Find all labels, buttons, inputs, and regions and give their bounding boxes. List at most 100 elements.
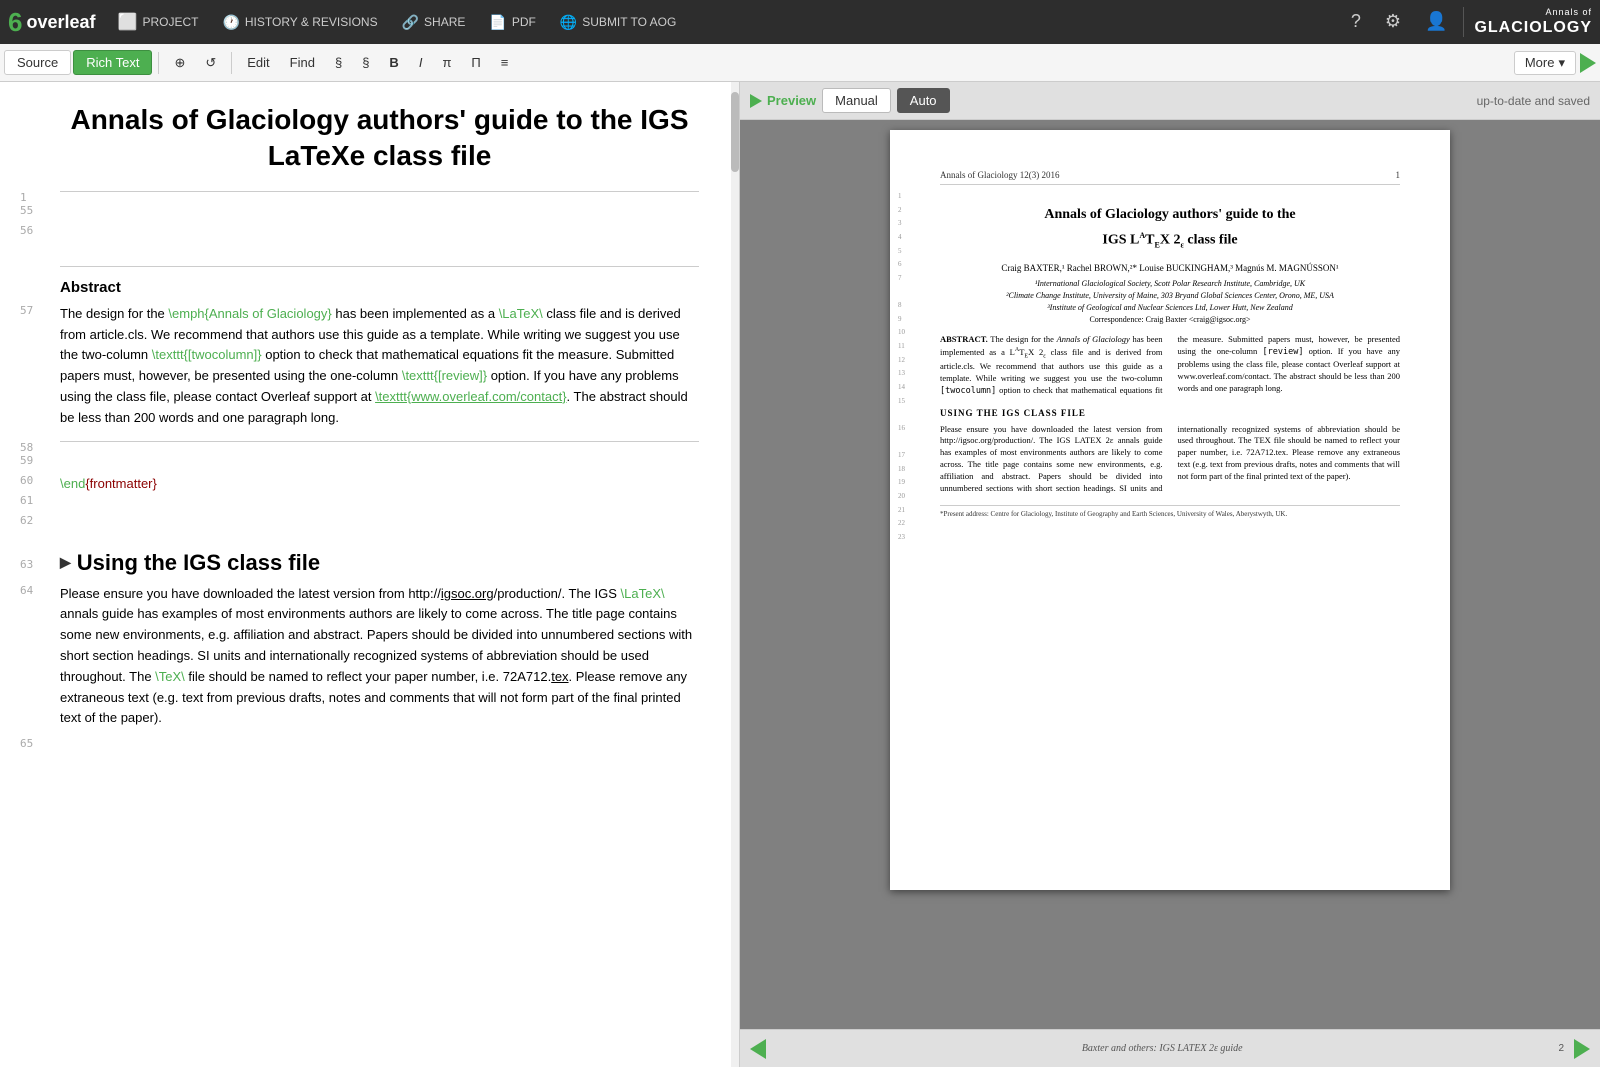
navbar-right: ? ⚙ 👤 Annals of GLACIOLOGY	[1343, 7, 1592, 37]
editor-scrollbar[interactable]	[731, 82, 739, 1067]
pdf-affil1: ¹International Glaciological Society, Sc…	[940, 279, 1400, 288]
find-btn[interactable]: Find	[281, 51, 324, 74]
tex-latex2: \LaTeX\	[621, 586, 665, 601]
preview-status: up-to-date and saved	[1477, 94, 1590, 108]
pdf-button[interactable]: 📄 PDF	[479, 5, 545, 39]
line-55-area: 55 56	[60, 204, 699, 254]
line-number-59: 59	[20, 454, 33, 467]
italic-btn[interactable]: I	[410, 51, 432, 74]
preview-content[interactable]: Annals of Glaciology 12(3) 2016 1 123456…	[740, 120, 1600, 1029]
history-icon: 🕐	[222, 14, 239, 31]
pdf-line-numbers: 1234567 89101112131415 16 17181920212223	[898, 190, 905, 545]
abstract-para-area: 57 The design for the \emph{Annals of Gl…	[60, 304, 699, 429]
pdf-abstract: ABSTRACT. The design for the Annals of G…	[940, 334, 1400, 397]
pdf-header: Annals of Glaciology 12(3) 2016 1	[940, 170, 1400, 185]
compile-button[interactable]: Preview	[750, 93, 816, 108]
pdf-corr: Correspondence: Craig Baxter <craig@igso…	[940, 315, 1400, 324]
line-1-area: 1	[60, 191, 699, 192]
list-btn[interactable]: ≡	[492, 51, 518, 74]
line-number-1: 1	[20, 191, 27, 204]
abstract-paragraph[interactable]: The design for the \emph{Annals of Glaci…	[60, 304, 699, 429]
line-number-57: 57	[20, 304, 33, 317]
tex-underline: tex	[551, 669, 568, 684]
tex-review: \texttt{[review]}	[402, 368, 487, 383]
preview-toolbar: Preview Manual Auto up-to-date and saved	[740, 82, 1600, 120]
project-label: PROJECT	[142, 15, 198, 29]
more-label: More	[1525, 55, 1555, 70]
page-footer-text: Baxter and others: IGS LATEX 2ε guide	[1082, 1043, 1243, 1054]
section2-area: 63 ▶ Using the IGS class file	[60, 550, 699, 576]
pdf-header-right: 1	[1396, 170, 1401, 180]
pi-btn[interactable]: π	[433, 51, 460, 74]
auto-tab[interactable]: Auto	[897, 88, 950, 113]
section2-para-area: 64 Please ensure you have downloaded the…	[60, 584, 699, 730]
scrollbar-thumb[interactable]	[731, 92, 739, 172]
preview-bottom-bar: Baxter and others: IGS LATEX 2ε guide 2	[740, 1029, 1600, 1067]
share-button[interactable]: 🔗 SHARE	[392, 5, 476, 39]
pdf-title-line1: Annals of Glaciology authors' guide to t…	[940, 205, 1400, 225]
user-icon[interactable]: 👤	[1417, 7, 1455, 36]
submit-label: SUBMIT TO AOG	[582, 15, 676, 29]
pdf-section-title: USING THE IGS CLASS FILE	[940, 408, 1400, 418]
line-number-58: 58	[20, 441, 33, 454]
navbar: 6 overleaf ⬜ PROJECT 🕐 HISTORY & REVISIO…	[0, 0, 1600, 44]
collapse-editor-arrow[interactable]	[1580, 53, 1596, 73]
manual-tab[interactable]: Manual	[822, 88, 891, 113]
section2-title: Using the IGS class file	[77, 550, 320, 576]
brand-six: 6	[8, 7, 22, 38]
divider-1	[60, 266, 699, 267]
igsoc-url: igsoc.org	[441, 586, 494, 601]
section-btn[interactable]: §	[326, 51, 351, 74]
submit-button[interactable]: 🌐 SUBMIT TO AOG	[550, 5, 686, 39]
editor-content: Annals of Glaciology authors' guide to t…	[0, 82, 739, 787]
tex-tex: \TeX\	[155, 669, 185, 684]
journal-title: GLACIOLOGY	[1474, 18, 1592, 37]
bold-btn[interactable]: B	[380, 51, 407, 74]
section2-paragraph[interactable]: Please ensure you have downloaded the la…	[60, 584, 699, 730]
source-tab[interactable]: Source	[4, 50, 71, 75]
project-icon: ⬜	[118, 12, 138, 32]
submit-icon: 🌐	[560, 14, 577, 31]
line-number-61: 61	[20, 494, 33, 507]
history-btn[interactable]: ↺	[196, 51, 225, 75]
section2-btn[interactable]: §	[353, 51, 378, 74]
edit-btn[interactable]: Edit	[238, 51, 278, 74]
page-nav-right: 2	[1558, 1039, 1590, 1059]
pdf-authors: Craig BAXTER,¹ Rachel BROWN,²* Louise BU…	[940, 263, 1400, 273]
share-label: SHARE	[424, 15, 465, 29]
insert-btn[interactable]: ⊕	[165, 51, 194, 75]
line-number-64: 64	[20, 584, 33, 597]
line-65-area: 65	[60, 737, 699, 767]
settings-icon[interactable]: ⚙	[1377, 7, 1409, 36]
pdf-affil2: ²Climate Change Institute, University of…	[940, 291, 1400, 300]
pdf-page-1: Annals of Glaciology 12(3) 2016 1 123456…	[890, 130, 1450, 890]
pdf-header-left: Annals of Glaciology 12(3) 2016	[940, 170, 1059, 180]
journal-logo: Annals of GLACIOLOGY	[1463, 7, 1592, 37]
history-button[interactable]: 🕐 HISTORY & REVISIONS	[212, 5, 387, 39]
play-icon	[750, 94, 762, 108]
document-title: Annals of Glaciology authors' guide to t…	[60, 102, 699, 175]
editor-pane[interactable]: Annals of Glaciology authors' guide to t…	[0, 82, 740, 1067]
prev-page-button[interactable]	[750, 1039, 766, 1059]
brand-logo[interactable]: 6 overleaf	[8, 7, 96, 38]
journal-subtitle: Annals of	[1474, 7, 1592, 18]
toolbar-divider-2	[231, 52, 232, 74]
project-button[interactable]: ⬜ PROJECT	[108, 5, 209, 39]
line-number-63: 63	[20, 558, 33, 571]
help-icon[interactable]: ?	[1343, 7, 1369, 36]
line-number-56: 56	[20, 224, 33, 237]
pdf-title-line2: IGS LATEX 2ε class file	[940, 231, 1400, 249]
line-number-65: 65	[20, 737, 33, 750]
table-btn[interactable]: П	[462, 51, 489, 74]
blank-lines-area: 59 60 61 62 \end{frontmatter}	[60, 454, 699, 534]
line-58-area: 58	[60, 441, 699, 442]
more-button[interactable]: More ▾	[1514, 51, 1576, 75]
pdf-body-text: Please ensure you have downloaded the la…	[940, 424, 1400, 495]
pdf-label: PDF	[512, 15, 536, 29]
share-icon: 🔗	[402, 14, 419, 31]
next-page-button[interactable]	[1574, 1039, 1590, 1059]
toolbar-divider-1	[158, 52, 159, 74]
main-layout: Annals of Glaciology authors' guide to t…	[0, 82, 1600, 1067]
rich-text-tab[interactable]: Rich Text	[73, 50, 152, 75]
section-expand-icon[interactable]: ▶	[60, 554, 71, 571]
